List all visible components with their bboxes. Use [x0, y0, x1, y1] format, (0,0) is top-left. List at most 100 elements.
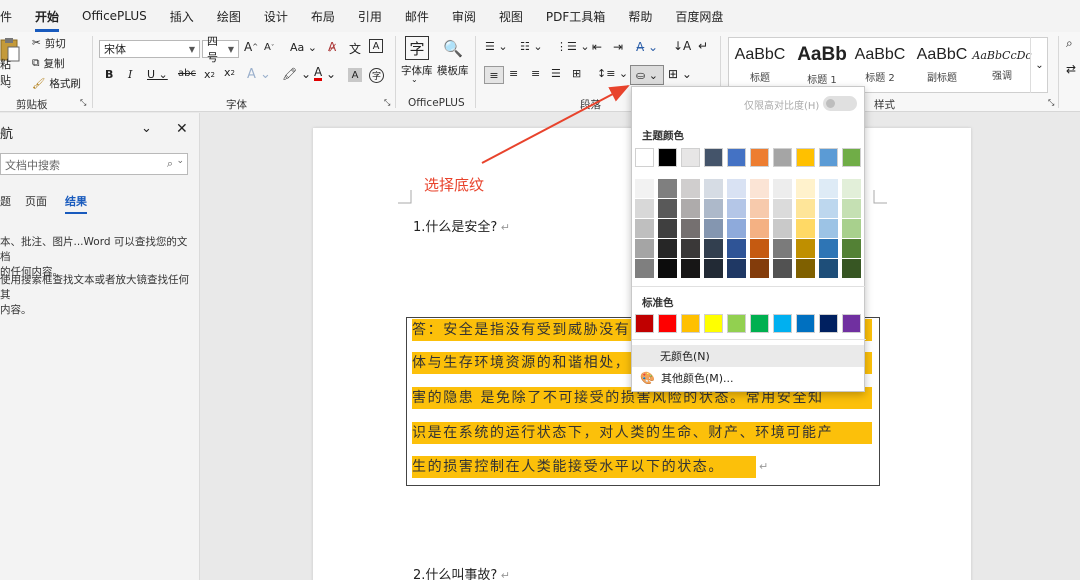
theme-color-swatch[interactable] [773, 148, 792, 167]
theme-shade-swatch[interactable] [773, 259, 792, 278]
menu-tab-3[interactable]: 插入 [170, 8, 194, 25]
theme-color-swatch[interactable] [681, 148, 700, 167]
theme-shade-swatch[interactable] [727, 179, 746, 198]
theme-shade-swatch[interactable] [681, 259, 700, 278]
theme-shade-swatch[interactable] [658, 259, 677, 278]
theme-shade-swatch[interactable] [796, 179, 815, 198]
phonetic-guide-icon[interactable]: 文 [349, 40, 361, 57]
dialog-launcher-icon[interactable]: ⤡ [80, 98, 86, 108]
styles-more-icon[interactable]: ⌄ [1030, 37, 1048, 93]
theme-shade-swatch[interactable] [842, 239, 861, 258]
theme-shade-swatch[interactable] [635, 239, 654, 258]
increase-indent-icon[interactable]: ⇥ [613, 40, 623, 54]
theme-shade-swatch[interactable] [773, 219, 792, 238]
standard-color-swatch[interactable] [681, 314, 700, 333]
standard-color-swatch[interactable] [727, 314, 746, 333]
theme-shade-swatch[interactable] [635, 199, 654, 218]
theme-shade-swatch[interactable] [658, 219, 677, 238]
chevron-down-icon[interactable]: ⌄ [411, 75, 418, 84]
standard-color-swatch[interactable] [819, 314, 838, 333]
subscript-button[interactable]: x2 [204, 68, 215, 81]
replace-icon[interactable]: ⇄ [1066, 62, 1076, 76]
more-colors-option[interactable]: 🎨 其他颜色(M)... [632, 367, 864, 389]
theme-shade-swatch[interactable] [842, 219, 861, 238]
menu-tab-11[interactable]: PDF工具箱 [546, 8, 605, 25]
bold-button[interactable]: B [105, 68, 113, 81]
dialog-launcher-icon[interactable]: ⤡ [384, 98, 390, 108]
nav-search-input[interactable]: 文档中搜索 ⌕ ⌄ [0, 153, 188, 175]
standard-color-swatch[interactable] [658, 314, 677, 333]
standard-color-swatch[interactable] [842, 314, 861, 333]
menu-tab-10[interactable]: 视图 [499, 8, 523, 25]
theme-color-swatch[interactable] [635, 148, 654, 167]
theme-color-swatch[interactable] [727, 148, 746, 167]
theme-shade-swatch[interactable] [727, 239, 746, 258]
theme-shade-swatch[interactable] [635, 179, 654, 198]
theme-shade-swatch[interactable] [750, 259, 769, 278]
theme-shade-swatch[interactable] [842, 199, 861, 218]
theme-shade-swatch[interactable] [819, 259, 838, 278]
bullets-icon[interactable]: ☰ ⌄ [485, 40, 508, 53]
theme-shade-swatch[interactable] [773, 179, 792, 198]
template-library-icon[interactable]: 🔍 [443, 36, 463, 60]
theme-shade-swatch[interactable] [796, 259, 815, 278]
theme-shade-swatch[interactable] [750, 239, 769, 258]
theme-shade-swatch[interactable] [704, 259, 723, 278]
theme-shade-swatch[interactable] [796, 199, 815, 218]
theme-shade-swatch[interactable] [681, 179, 700, 198]
theme-shade-swatch[interactable] [773, 239, 792, 258]
align-left-button[interactable]: ≡ [484, 66, 504, 84]
shrink-font-icon[interactable]: Aˇ [264, 42, 274, 53]
style-item-3[interactable]: AaBbC 副标题 [912, 39, 972, 91]
theme-shade-swatch[interactable] [796, 239, 815, 258]
standard-color-swatch[interactable] [773, 314, 792, 333]
dialog-launcher-icon[interactable]: ⤡ [1048, 98, 1054, 108]
theme-shade-swatch[interactable] [796, 219, 815, 238]
italic-button[interactable]: I [128, 68, 132, 81]
font-library-icon[interactable]: 字 [405, 36, 429, 60]
strikethrough-button[interactable]: abc [178, 68, 196, 79]
style-item-0[interactable]: AaBbC 标题 [730, 39, 790, 91]
theme-color-swatch[interactable] [658, 148, 677, 167]
theme-shade-swatch[interactable] [727, 199, 746, 218]
highlight-icon[interactable]: 🖍 ⌄ [282, 67, 311, 81]
menu-tab-9[interactable]: 审阅 [452, 8, 476, 25]
font-name-select[interactable]: 宋体 ▼ [99, 40, 200, 58]
high-contrast-toggle[interactable] [823, 96, 857, 111]
sort-icon[interactable]: ↓A [673, 39, 691, 53]
decrease-indent-icon[interactable]: ⇤ [592, 40, 602, 54]
clear-formatting-icon[interactable]: A̷ [328, 40, 336, 54]
font-size-select[interactable]: 四号 ▼ [202, 35, 239, 64]
theme-shade-swatch[interactable] [819, 179, 838, 198]
grow-font-icon[interactable]: A ^ [244, 40, 258, 54]
menu-tab-12[interactable]: 帮助 [628, 8, 652, 25]
format-painter-button[interactable]: 🖌 格式刷 [32, 75, 81, 91]
nav-tab-headings[interactable]: 题 [0, 193, 11, 209]
cut-button[interactable]: ✂ 剪切 [32, 35, 66, 51]
theme-shade-swatch[interactable] [727, 259, 746, 278]
paste-dropdown-icon[interactable]: ⌄ [2, 80, 16, 90]
theme-shade-swatch[interactable] [750, 219, 769, 238]
distributed-button[interactable]: ⊞ [572, 67, 581, 80]
menu-tab-5[interactable]: 设计 [264, 8, 288, 25]
template-library-button[interactable]: 模板库 [437, 63, 469, 78]
theme-shade-swatch[interactable] [704, 239, 723, 258]
underline-button[interactable]: U ⌄ [147, 68, 168, 81]
nav-tab-results[interactable]: 结果 [65, 193, 87, 214]
menu-tab-2[interactable]: OfficePLUS [82, 9, 147, 23]
standard-color-swatch[interactable] [635, 314, 654, 333]
theme-shade-swatch[interactable] [658, 179, 677, 198]
standard-color-swatch[interactable] [796, 314, 815, 333]
style-item-1[interactable]: AaBb 标题 1 [792, 39, 852, 91]
text-effects-icon[interactable]: A ⌄ [247, 67, 271, 82]
no-color-option[interactable]: 无颜色(N) [632, 345, 864, 367]
theme-shade-swatch[interactable] [819, 199, 838, 218]
theme-shade-swatch[interactable] [773, 199, 792, 218]
character-shading-icon[interactable]: A [348, 68, 362, 82]
copy-button[interactable]: ⧉ 复制 [32, 55, 65, 71]
borders-icon[interactable]: ⊞ ⌄ [668, 67, 692, 81]
menu-tab-6[interactable]: 布局 [311, 8, 335, 25]
theme-shade-swatch[interactable] [842, 259, 861, 278]
menu-tab-0[interactable]: 件 [0, 8, 12, 25]
numbering-icon[interactable]: ☷ ⌄ [520, 40, 543, 53]
